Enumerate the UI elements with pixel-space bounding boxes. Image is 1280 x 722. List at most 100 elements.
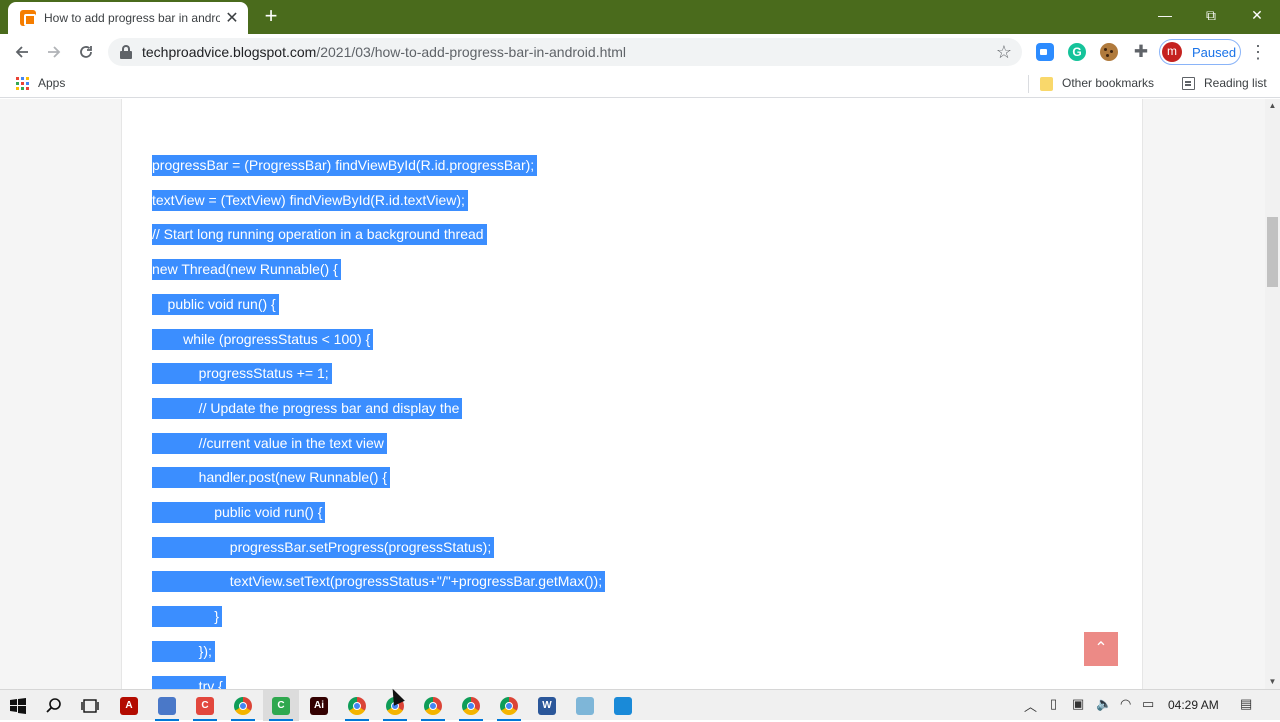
- profile-button[interactable]: m Paused: [1159, 39, 1241, 65]
- back-button[interactable]: [8, 38, 36, 66]
- chrome-icon: [348, 697, 366, 715]
- chrome-icon: [424, 697, 442, 715]
- taskbar-illustrator-button[interactable]: Ai: [301, 690, 337, 721]
- illustrator-icon: Ai: [310, 697, 328, 715]
- sync-paused-label: Paused: [1192, 44, 1237, 60]
- code-line: textView.setText(progressStatus+"/"+prog…: [152, 571, 606, 593]
- windows-start-icon: [9, 697, 27, 715]
- camtasia-icon: C: [272, 697, 290, 715]
- scroll-down-arrow-icon[interactable]: ▼: [1265, 675, 1280, 689]
- code-line: });: [152, 640, 215, 662]
- reload-icon: [80, 46, 92, 58]
- chrome-icon: [462, 697, 480, 715]
- file-explorer-icon: [158, 697, 176, 715]
- new-tab-button[interactable]: +: [258, 3, 284, 29]
- reading-list-link[interactable]: Reading list: [1204, 76, 1267, 90]
- photos-icon: [614, 697, 632, 715]
- apps-grid-icon[interactable]: [16, 77, 30, 91]
- search-icon: [45, 697, 63, 715]
- ccleaner-icon: C: [196, 697, 214, 715]
- taskbar-ccleaner-button[interactable]: C: [187, 690, 223, 721]
- battery-icon[interactable]: ▭: [1142, 696, 1154, 712]
- taskbar-acrobat-button[interactable]: A: [111, 690, 147, 721]
- minimize-button[interactable]: —: [1142, 0, 1188, 30]
- extensions-puzzle-icon[interactable]: ✚: [1132, 43, 1150, 61]
- code-line: // Start long running operation in a bac…: [152, 224, 487, 246]
- taskbar-word-button[interactable]: W: [529, 690, 565, 721]
- address-bar[interactable]: techproadvice.blogspot.com/2021/03/how-t…: [108, 38, 1022, 66]
- taskbar-search-button[interactable]: [36, 690, 72, 721]
- code-line: }: [152, 606, 222, 628]
- blog-post-body: progressBar = (ProgressBar) findViewById…: [121, 99, 1143, 689]
- kebab-menu-icon[interactable]: ⋮: [1248, 38, 1268, 66]
- taskbar-chrome-button[interactable]: [225, 690, 261, 721]
- code-line: try {: [152, 675, 226, 689]
- folder-icon[interactable]: [1040, 77, 1053, 91]
- code-line: //current value in the text view: [152, 432, 387, 454]
- acrobat-icon: A: [120, 697, 138, 715]
- blogger-favicon-icon: [20, 10, 36, 26]
- browser-toolbar: techproadvice.blogspot.com/2021/03/how-t…: [0, 34, 1280, 70]
- avatar: m: [1162, 42, 1182, 62]
- taskbar-camtasia-button[interactable]: C: [263, 690, 299, 721]
- taskbar-chrome-button[interactable]: [415, 690, 451, 721]
- lock-icon[interactable]: [120, 45, 132, 59]
- browser-title-bar: How to add progress bar in android ✕ + —…: [0, 0, 1280, 34]
- taskbar-chrome-button[interactable]: [491, 690, 527, 721]
- close-tab-icon[interactable]: ✕: [224, 8, 240, 28]
- zoom-extension-icon[interactable]: [1036, 43, 1054, 61]
- chrome-icon: [500, 697, 518, 715]
- back-arrow-icon: [15, 46, 28, 58]
- forward-arrow-icon: [48, 46, 61, 58]
- taskbar-windows-start-button[interactable]: [0, 690, 36, 721]
- taskbar-photos-button[interactable]: [605, 690, 641, 721]
- code-line: public void run() {: [152, 502, 326, 523]
- code-line: // Update the progress bar and display t…: [152, 397, 463, 419]
- apps-bookmark[interactable]: Apps: [38, 76, 65, 90]
- taskbar-task-view-button[interactable]: [72, 690, 108, 721]
- wifi-icon[interactable]: ◠: [1120, 696, 1131, 712]
- code-line: handler.post(new Runnable() {: [152, 467, 391, 489]
- code-line: progressBar.setProgress(progressStatus);: [152, 536, 495, 558]
- url-host: techproadvice.blogspot.com: [142, 44, 317, 60]
- word-icon: W: [538, 697, 556, 715]
- restore-button[interactable]: ⧉: [1188, 0, 1234, 30]
- taskbar-notepad-button[interactable]: [567, 690, 603, 721]
- close-window-button[interactable]: ✕: [1234, 0, 1280, 30]
- taskbar-file-explorer-button[interactable]: [149, 690, 185, 721]
- code-line: while (progressStatus < 100) {: [152, 328, 374, 350]
- page-viewport: progressBar = (ProgressBar) findViewById…: [0, 99, 1265, 689]
- taskbar-chrome-button[interactable]: [339, 690, 375, 721]
- windows-taskbar: ︿ ▯ ▣ 🔈 ◠ ▭ 04:29 AM ▤ A C C Ai W: [0, 689, 1280, 721]
- code-line: textView = (TextView) findViewById(R.id.…: [152, 189, 468, 211]
- reload-button[interactable]: [72, 38, 100, 66]
- scroll-up-arrow-icon[interactable]: ▲: [1265, 99, 1280, 113]
- bookmarks-bar: Apps Other bookmarks Reading list: [0, 70, 1280, 98]
- code-line: new Thread(new Runnable() {: [152, 259, 341, 281]
- tray-device-icon[interactable]: ▯: [1050, 696, 1057, 712]
- other-bookmarks-link[interactable]: Other bookmarks: [1062, 76, 1154, 90]
- tab-title: How to add progress bar in android: [44, 11, 220, 25]
- code-line: progressBar = (ProgressBar) findViewById…: [152, 155, 538, 176]
- tray-overflow-icon[interactable]: ︿: [1024, 696, 1037, 715]
- page-scrollbar[interactable]: ▲ ▼: [1265, 99, 1280, 689]
- bookmarks-divider: [1028, 75, 1029, 93]
- taskbar-chrome-button[interactable]: [453, 690, 489, 721]
- forward-button[interactable]: [40, 38, 68, 66]
- chrome-icon: [234, 697, 252, 715]
- grammarly-extension-icon[interactable]: G: [1068, 43, 1086, 61]
- bookmark-star-icon[interactable]: ☆: [996, 42, 1012, 63]
- url-path: /2021/03/how-to-add-progress-bar-in-andr…: [316, 44, 627, 60]
- action-center-icon[interactable]: ▤: [1240, 696, 1252, 712]
- reading-list-icon[interactable]: [1182, 77, 1195, 90]
- tray-app-icon[interactable]: ▣: [1072, 696, 1084, 712]
- cookie-extension-icon[interactable]: [1100, 43, 1118, 61]
- scroll-to-top-button[interactable]: ⌃: [1084, 632, 1118, 666]
- browser-tab[interactable]: How to add progress bar in android ✕: [8, 2, 248, 34]
- volume-icon[interactable]: 🔈: [1096, 696, 1112, 712]
- scrollbar-thumb[interactable]: [1267, 217, 1278, 287]
- taskbar-clock[interactable]: 04:29 AM: [1168, 698, 1219, 712]
- code-line: public void run() {: [152, 293, 279, 315]
- notepad-icon: [576, 697, 594, 715]
- task-view-icon: [81, 697, 99, 715]
